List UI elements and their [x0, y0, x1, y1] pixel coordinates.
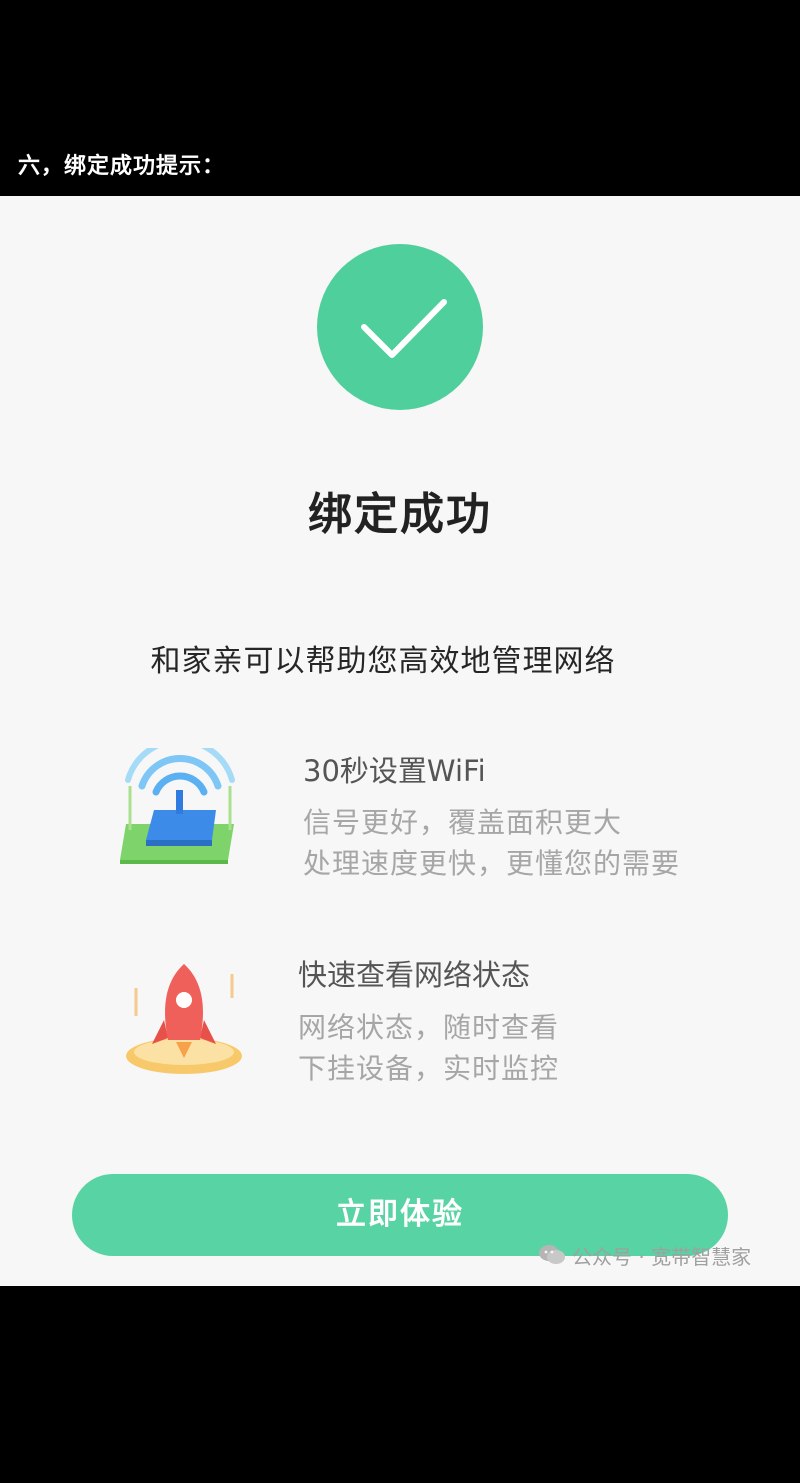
- bottom-bar: [0, 1286, 800, 1483]
- feature-desc-line: 下挂设备，实时监控: [298, 1052, 560, 1085]
- feature-desc-line: 信号更好，覆盖面积更大: [303, 806, 623, 839]
- caption-bar: 六，绑定成功提示：: [0, 0, 800, 196]
- caption-text: 六，绑定成功提示：: [18, 154, 226, 179]
- feature-title: 30秒设置WiFi: [303, 754, 486, 788]
- page-title: 绑定成功: [308, 489, 492, 540]
- page-subtitle: 和家亲可以帮助您高效地管理网络: [150, 644, 616, 679]
- watermark-text: 公众号 · 宽带智慧家: [572, 1244, 752, 1269]
- wechat-icon: [539, 1245, 565, 1264]
- bind-success-screen: 绑定成功 和家亲可以帮助您高效地管理网络 30秒设置WiFi 信号更好，覆盖面积…: [0, 196, 800, 1286]
- rocket-icon: [124, 958, 244, 1078]
- feature-desc-line: 网络状态，随时查看: [298, 1011, 560, 1044]
- router-wifi-icon: [116, 737, 244, 864]
- watermark: 公众号 · 宽带智慧家: [538, 1240, 751, 1270]
- feature-desc-line: 处理速度更快，更懂您的需要: [303, 847, 681, 880]
- feature-title: 快速查看网络状态: [298, 958, 531, 992]
- success-check-icon: [317, 244, 483, 410]
